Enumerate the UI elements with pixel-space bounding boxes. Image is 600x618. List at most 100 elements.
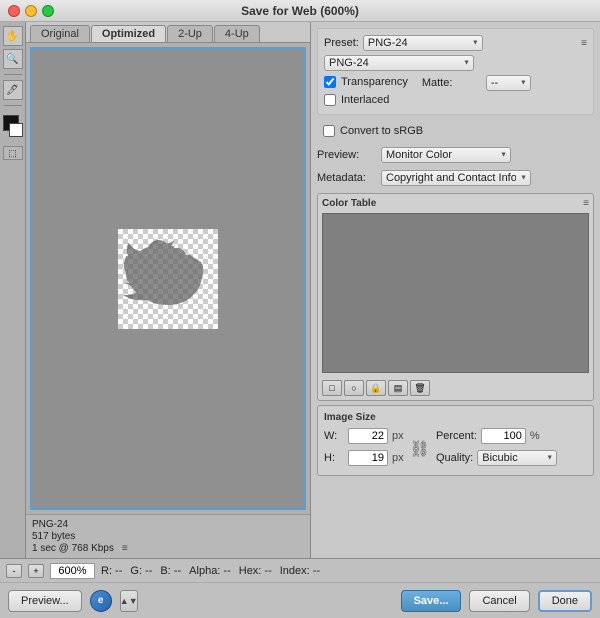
matte-label: Matte: — [422, 77, 482, 89]
ct-btn-2[interactable]: ○ — [344, 380, 364, 396]
preset-menu-icon[interactable]: ≡ — [581, 38, 587, 49]
matte-select-wrapper[interactable]: -- — [486, 75, 531, 91]
left-panel: ✋ 🔍 🖊 ⬚ Original Optimized — [0, 22, 310, 558]
height-row: H: px — [324, 450, 404, 466]
color-table-toolbar: □ ○ 🔒 ▤ 🗑 — [322, 380, 589, 396]
time-info: 1 sec @ 768 Kbps ≡ — [32, 543, 304, 554]
alpha-info: Alpha: -- — [189, 565, 231, 577]
color-table-menu-icon[interactable]: ≡ — [583, 198, 589, 209]
convert-srgb-label[interactable]: Convert to sRGB — [340, 125, 423, 137]
ct-btn-1[interactable]: □ — [322, 380, 342, 396]
convert-srgb-checkbox[interactable] — [323, 125, 335, 137]
tab-2up[interactable]: 2-Up — [167, 25, 213, 42]
convert-section: Convert to sRGB — [317, 121, 594, 143]
interlaced-row: Interlaced — [324, 94, 587, 106]
preset-select[interactable]: PNG-24 PNG-8 JPEG GIF — [363, 35, 483, 51]
index-info: Index: -- — [280, 565, 320, 577]
window-title: Save for Web (600%) — [241, 4, 359, 18]
preview-button[interactable]: Preview... — [8, 590, 82, 612]
background-color[interactable] — [9, 123, 23, 137]
preset-section: Preset: PNG-24 PNG-8 JPEG GIF ≡ — [317, 28, 594, 115]
image-preview — [108, 219, 228, 339]
preset-select-wrapper[interactable]: PNG-24 PNG-8 JPEG GIF — [363, 35, 483, 51]
image-panel: Original Optimized 2-Up 4-Up — [26, 22, 310, 558]
tool-separator — [4, 74, 22, 75]
transparency-row: Transparency — [324, 76, 408, 88]
title-bar: Save for Web (600%) — [0, 0, 600, 22]
interlaced-checkbox[interactable] — [324, 94, 336, 106]
percent-quality-inputs: Percent: % Quality: Bicubic Bilinear Nea… — [436, 428, 557, 469]
zoom-in-button[interactable]: + — [28, 564, 44, 578]
image-canvas — [30, 47, 306, 510]
image-size-header: Image Size — [324, 412, 587, 423]
transparency-matte-row: Transparency Matte: -- — [324, 75, 587, 91]
time-label: 1 sec @ 768 Kbps — [32, 543, 114, 554]
format-select[interactable]: PNG-24 PNG-8 JPEG GIF — [324, 55, 474, 71]
color-table-section: Color Table ≡ □ ○ 🔒 ▤ 🗑 — [317, 193, 594, 401]
ct-btn-3[interactable]: 🔒 — [366, 380, 386, 396]
image-info: PNG-24 517 bytes 1 sec @ 768 Kbps ≡ — [26, 514, 310, 558]
g-info: G: -- — [130, 565, 152, 577]
matte-select[interactable]: -- — [486, 75, 531, 91]
r-info: R: -- — [101, 565, 122, 577]
image-map-tool[interactable]: ⬚ — [3, 146, 23, 160]
size-inputs-row: W: px H: px ⛓ Percent: — [324, 428, 587, 469]
height-input[interactable] — [348, 450, 388, 466]
metadata-label: Metadata: — [317, 172, 377, 184]
hex-info: Hex: -- — [239, 565, 272, 577]
browser-icon: e — [90, 590, 112, 612]
quality-select[interactable]: Bicubic Bilinear Nearest Neighbor — [477, 450, 557, 466]
tab-original[interactable]: Original — [30, 25, 90, 42]
window-controls[interactable] — [8, 5, 54, 17]
quality-select-wrapper[interactable]: Bicubic Bilinear Nearest Neighbor — [477, 450, 557, 466]
format-row: PNG-24 PNG-8 JPEG GIF — [324, 55, 587, 71]
preview-select-wrapper[interactable]: Monitor Color Working CMYK — [381, 147, 511, 163]
color-table-header: Color Table ≡ — [322, 198, 589, 209]
maximize-button[interactable] — [42, 5, 54, 17]
close-button[interactable] — [8, 5, 20, 17]
h-label: H: — [324, 452, 344, 464]
eyedropper-tool[interactable]: 🖊 — [3, 80, 23, 100]
interlaced-label[interactable]: Interlaced — [341, 94, 389, 106]
ct-btn-4[interactable]: ▤ — [388, 380, 408, 396]
width-row: W: px — [324, 428, 404, 444]
hand-tool[interactable]: ✋ — [3, 26, 23, 46]
transparency-checkbox[interactable] — [324, 76, 336, 88]
preview-row: Preview: Monitor Color Working CMYK — [317, 147, 594, 163]
preset-label: Preset: — [324, 37, 359, 49]
bottom-bar: - + R: -- G: -- B: -- Alpha: -- Hex: -- … — [0, 558, 600, 582]
w-label: W: — [324, 430, 344, 442]
content-area: ✋ 🔍 🖊 ⬚ Original Optimized — [0, 22, 600, 558]
ct-btn-5[interactable]: 🗑 — [410, 380, 430, 396]
done-button[interactable]: Done — [538, 590, 592, 612]
tab-4up[interactable]: 4-Up — [214, 25, 260, 42]
preview-label: Preview: — [317, 149, 377, 161]
b-info: B: -- — [160, 565, 181, 577]
percent-input[interactable] — [481, 428, 526, 444]
h-unit: px — [392, 452, 404, 464]
minimize-button[interactable] — [25, 5, 37, 17]
width-input[interactable] — [348, 428, 388, 444]
convert-srgb-row: Convert to sRGB — [323, 125, 588, 137]
cancel-button[interactable]: Cancel — [469, 590, 529, 612]
metadata-row: Metadata: Copyright and Contact Info Non… — [317, 170, 594, 186]
tab-optimized[interactable]: Optimized — [91, 25, 166, 42]
metadata-select-wrapper[interactable]: Copyright and Contact Info None All — [381, 170, 531, 186]
browser-arrows[interactable]: ▲▼ — [120, 590, 138, 612]
quality-label: Quality: — [436, 452, 473, 464]
size-label: 517 bytes — [32, 531, 75, 542]
format-select-wrapper[interactable]: PNG-24 PNG-8 JPEG GIF — [324, 55, 474, 71]
save-button[interactable]: Save... — [401, 590, 462, 612]
w-unit: px — [392, 430, 404, 442]
zoom-input[interactable] — [50, 563, 95, 579]
zoom-tool[interactable]: 🔍 — [3, 49, 23, 69]
metadata-select[interactable]: Copyright and Contact Info None All — [381, 170, 531, 186]
percent-label: Percent: — [436, 430, 477, 442]
menu-icon[interactable]: ≡ — [122, 543, 128, 554]
zoom-out-button[interactable]: - — [6, 564, 22, 578]
wh-inputs: W: px H: px — [324, 428, 404, 469]
transparency-label[interactable]: Transparency — [341, 76, 408, 88]
format-info: PNG-24 — [32, 519, 304, 530]
preview-select[interactable]: Monitor Color Working CMYK — [381, 147, 511, 163]
toolbox: ✋ 🔍 🖊 ⬚ — [0, 22, 26, 558]
